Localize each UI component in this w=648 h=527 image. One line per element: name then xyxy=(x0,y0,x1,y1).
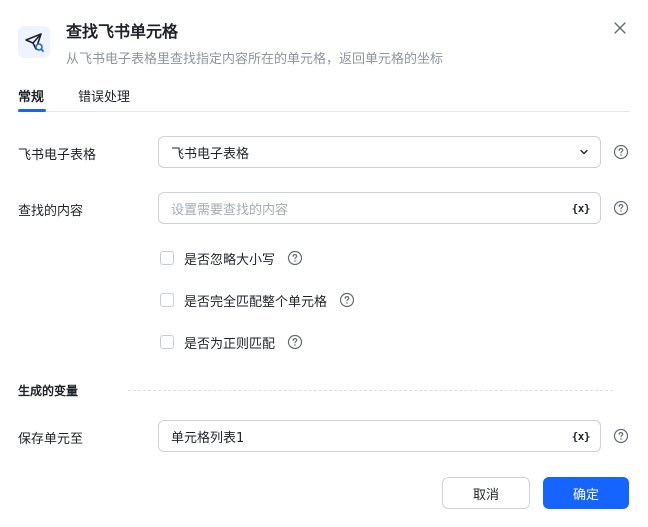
variable-insert-icon[interactable]: {x} xyxy=(572,202,591,215)
regex-help-icon[interactable] xyxy=(287,334,303,350)
save-variable-input[interactable]: 单元格列表1 {x} xyxy=(158,420,601,452)
content-label: 查找的内容 xyxy=(18,204,84,219)
save-variable-value: 单元格列表1 xyxy=(171,430,245,446)
option-ignore-case[interactable]: 是否忽略大小写 xyxy=(160,248,303,268)
regex-checkbox[interactable] xyxy=(160,335,174,349)
ignore-case-label: 是否忽略大小写 xyxy=(184,252,276,268)
sheet-select-value: 飞书电子表格 xyxy=(171,146,250,162)
exact-match-label: 是否完全匹配整个单元格 xyxy=(184,294,328,310)
ignore-case-checkbox[interactable] xyxy=(160,251,174,265)
send-search-icon xyxy=(18,26,50,58)
save-help-icon[interactable] xyxy=(613,428,629,444)
exact-match-checkbox[interactable] xyxy=(160,293,174,307)
cancel-button[interactable]: 取消 xyxy=(442,477,530,509)
tab-active-indicator xyxy=(18,109,46,112)
dialog-subtitle: 从飞书电子表格里查找指定内容所在的单元格，返回单元格的坐标 xyxy=(66,52,444,67)
chevron-down-icon xyxy=(578,143,590,162)
option-exact-match[interactable]: 是否完全匹配整个单元格 xyxy=(160,290,355,310)
variable-insert-icon[interactable]: {x} xyxy=(572,430,591,443)
option-regex[interactable]: 是否为正则匹配 xyxy=(160,332,303,352)
close-icon[interactable] xyxy=(610,18,630,38)
save-label: 保存单元至 xyxy=(18,432,84,447)
sheet-select[interactable]: 飞书电子表格 xyxy=(158,136,601,168)
ignore-case-help-icon[interactable] xyxy=(287,250,303,266)
regex-label: 是否为正则匹配 xyxy=(184,336,276,352)
section-divider xyxy=(128,390,613,391)
dialog-header: 查找飞书单元格 从飞书电子表格里查找指定内容所在的单元格，返回单元格的坐标 xyxy=(18,16,630,72)
exact-match-help-icon[interactable] xyxy=(339,292,355,308)
output-section-title: 生成的变量 xyxy=(18,384,79,398)
tab-bar: 常规 错误处理 xyxy=(18,84,630,112)
tab-error-handling[interactable]: 错误处理 xyxy=(78,86,130,105)
tab-general[interactable]: 常规 xyxy=(18,86,44,105)
confirm-button[interactable]: 确定 xyxy=(543,477,629,509)
dialog-title: 查找飞书单元格 xyxy=(66,22,179,41)
sheet-help-icon[interactable] xyxy=(613,144,629,160)
content-input[interactable]: 设置需要查找的内容 {x} xyxy=(158,192,601,224)
content-help-icon[interactable] xyxy=(613,200,629,216)
content-input-placeholder: 设置需要查找的内容 xyxy=(171,202,289,218)
sheet-label: 飞书电子表格 xyxy=(18,148,97,163)
